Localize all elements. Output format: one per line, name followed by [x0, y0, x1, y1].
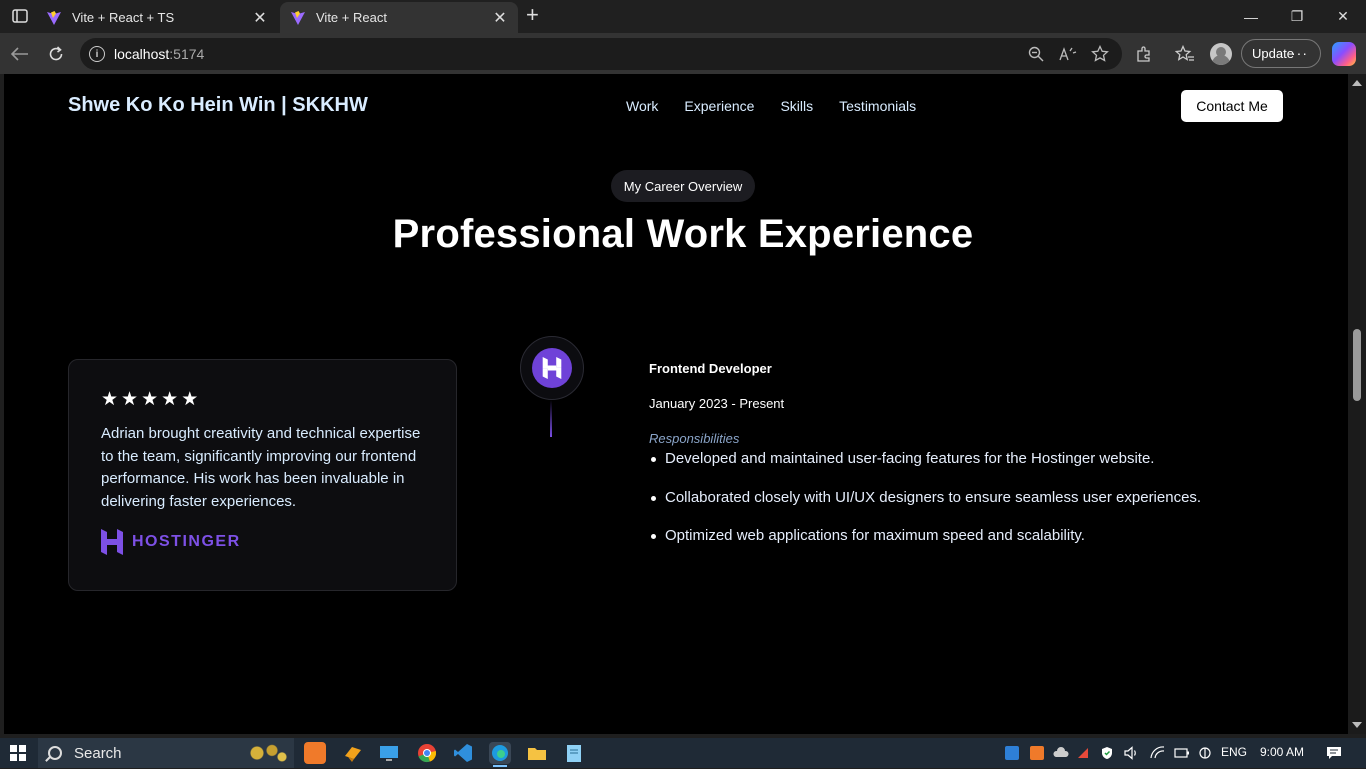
refresh-icon[interactable] [44, 42, 68, 66]
network-icon[interactable] [1198, 746, 1212, 760]
list-item: Optimized web applications for maximum s… [649, 527, 1201, 566]
timeline-node [520, 336, 584, 400]
timeline-line [550, 400, 552, 437]
list-item: Developed and maintained user-facing fea… [649, 450, 1201, 489]
back-icon[interactable] [8, 42, 32, 66]
address-bar[interactable]: i localhost:5174 [80, 38, 1122, 70]
close-window-button[interactable]: ✕ [1320, 0, 1366, 33]
site-info-icon[interactable]: i [89, 46, 105, 62]
search-placeholder: Search [74, 744, 122, 762]
tab-close-icon[interactable]: ✕ [252, 8, 268, 28]
battery-icon[interactable] [1174, 746, 1189, 760]
browser-tab-bar: Vite + React + TS ✕ Vite + React ✕ + — ❐… [0, 0, 1366, 33]
wifi-icon[interactable] [1150, 746, 1165, 760]
new-tab-button[interactable]: + [526, 4, 539, 26]
vscode-icon[interactable] [452, 742, 474, 764]
windows-taskbar: Search ENG 9:00 AM [0, 738, 1366, 768]
file-transfer-app-icon[interactable] [342, 742, 364, 764]
tab-vite-react[interactable]: Vite + React ✕ [280, 2, 518, 33]
page-viewport: Shwe Ko Ko Hein Win | SKKHW Work Experie… [4, 74, 1348, 734]
xampp-icon[interactable] [304, 742, 326, 764]
profile-avatar[interactable] [1210, 43, 1232, 65]
tab-title: Vite + React [316, 10, 387, 25]
nav-link-experience[interactable]: Experience [684, 98, 754, 114]
testimonial-text: Adrian brought creativity and technical … [101, 425, 421, 510]
browser-toolbar: i localhost:5174 Update ··· [0, 33, 1366, 74]
tray-alert-icon[interactable] [1076, 746, 1090, 760]
hostinger-logo: HOSTINGER [101, 529, 241, 555]
job-role: Frontend Developer [649, 361, 772, 376]
favorite-star-icon[interactable] [1091, 45, 1109, 63]
star-icon: ★ [121, 389, 139, 410]
list-item: Collaborated closely with UI/UX designer… [649, 489, 1201, 528]
remote-desktop-icon[interactable] [378, 742, 400, 764]
responsibilities-label: Responsibilities [649, 431, 740, 446]
clock[interactable]: 9:00 AM [1260, 745, 1304, 759]
search-icon [48, 746, 62, 760]
windows-start-icon[interactable] [10, 745, 26, 761]
scroll-down-icon[interactable] [1352, 722, 1362, 728]
nav-link-skills[interactable]: Skills [780, 98, 813, 114]
tab-vite-react-ts[interactable]: Vite + React + TS ✕ [36, 2, 278, 33]
nav-link-work[interactable]: Work [626, 98, 658, 114]
minimize-button[interactable]: — [1228, 0, 1274, 33]
tab-title: Vite + React + TS [72, 10, 175, 25]
nav-link-testimonials[interactable]: Testimonials [839, 98, 916, 114]
maximize-button[interactable]: ❐ [1274, 0, 1320, 33]
hostinger-mark-icon [532, 348, 572, 388]
star-icon: ★ [161, 389, 179, 410]
more-options-icon[interactable]: ··· [1291, 45, 1308, 61]
company-name: HOSTINGER [132, 533, 241, 550]
scroll-thumb[interactable] [1353, 329, 1361, 401]
edge-icon[interactable] [489, 742, 511, 767]
notifications-icon[interactable] [1326, 745, 1341, 759]
star-icon: ★ [141, 389, 159, 410]
copilot-icon[interactable] [1332, 42, 1356, 66]
language-indicator[interactable]: ENG [1221, 745, 1247, 759]
read-aloud-icon[interactable] [1059, 45, 1077, 63]
notepad-icon[interactable] [563, 742, 585, 764]
page-scrollbar[interactable] [1348, 74, 1366, 734]
site-brand[interactable]: Shwe Ko Ko Hein Win | SKKHW [68, 94, 368, 117]
site-nav: Work Experience Skills Testimonials [626, 98, 916, 114]
extensions-icon[interactable] [1133, 43, 1155, 65]
star-icon: ★ [181, 389, 199, 410]
security-shield-icon[interactable] [1100, 746, 1114, 760]
tab-close-icon[interactable]: ✕ [492, 8, 508, 28]
contact-me-button[interactable]: Contact Me [1181, 90, 1283, 122]
rating-stars: ★ ★ ★ ★ ★ [101, 390, 198, 409]
star-icon: ★ [101, 389, 119, 410]
scroll-up-icon[interactable] [1352, 80, 1362, 86]
section-badge: My Career Overview [611, 170, 755, 202]
tray-app-icon[interactable] [1005, 746, 1019, 760]
update-label: Update [1252, 46, 1294, 61]
volume-icon[interactable] [1124, 746, 1138, 760]
chrome-icon[interactable] [416, 742, 438, 764]
taskbar-search[interactable]: Search [38, 738, 294, 768]
vite-logo-icon [47, 10, 61, 25]
search-highlight-art [242, 740, 292, 766]
section-title: Professional Work Experience [392, 212, 974, 256]
address-url[interactable]: localhost:5174 [114, 46, 204, 62]
file-explorer-icon[interactable] [526, 742, 548, 764]
testimonial-card: ★ ★ ★ ★ ★ Adrian brought creativity and … [68, 359, 457, 591]
responsibilities-list: Developed and maintained user-facing fea… [649, 450, 1201, 566]
update-button[interactable]: Update ··· [1241, 39, 1321, 68]
favorites-icon[interactable] [1174, 43, 1196, 65]
hostinger-mark-icon [101, 529, 123, 555]
vite-logo-icon [291, 10, 305, 25]
tab-actions-icon[interactable] [8, 6, 32, 26]
xampp-tray-icon[interactable] [1030, 746, 1044, 760]
onedrive-icon[interactable] [1053, 746, 1069, 760]
job-dates: January 2023 - Present [649, 396, 785, 411]
zoom-out-icon[interactable] [1027, 45, 1045, 63]
